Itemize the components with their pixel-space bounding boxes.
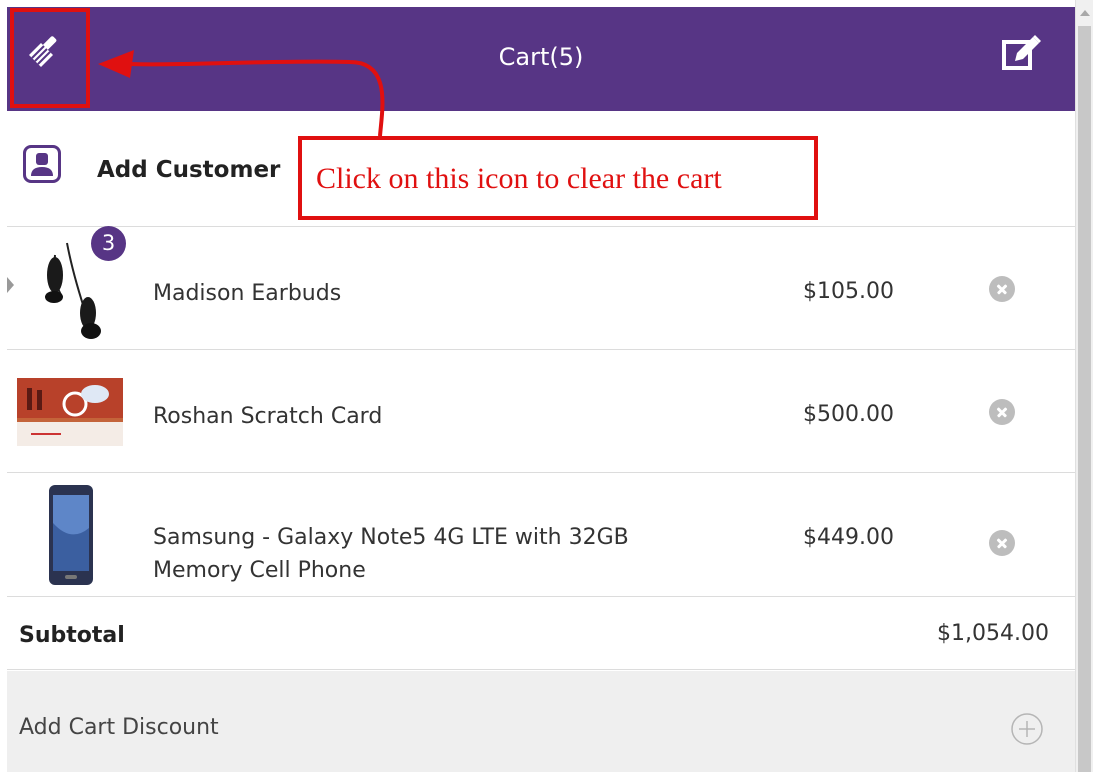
item-name-line1: Samsung - Galaxy Note5 4G LTE with 32GB [153,525,629,550]
plus-circle-icon[interactable] [1010,712,1044,746]
user-icon [23,145,61,183]
annotation-highlight-box [10,8,90,108]
subtotal-label: Subtotal [19,623,125,648]
cart-panel: Cart(5) Add Customer Madison Earbuds $10… [7,7,1075,772]
cart-item[interactable]: Samsung - Galaxy Note5 4G LTE with 32GB … [7,473,1075,597]
add-customer-label: Add Customer [97,157,281,183]
item-name: Samsung - Galaxy Note5 4G LTE with 32GB … [153,521,629,587]
remove-item-button[interactable] [989,399,1015,425]
item-name: Madison Earbuds [153,281,342,306]
scrollbar-thumb[interactable] [1078,26,1091,772]
subtotal-value: $1,054.00 [937,621,1049,646]
scratch-card-image [17,378,123,446]
expand-arrow-icon[interactable] [7,277,14,293]
annotation-callout: Click on this icon to clear the cart [298,136,818,220]
item-price: $449.00 [803,525,894,550]
phone-image [47,483,97,587]
cart-title: Cart(5) [498,43,584,71]
edit-note-icon [1002,35,1041,70]
edit-cart-button[interactable] [997,31,1043,77]
scroll-up-arrow-icon[interactable] [1080,10,1090,16]
cart-header: Cart(5) [7,7,1075,111]
item-price: $105.00 [803,279,894,304]
item-price: $500.00 [803,402,894,427]
vertical-scrollbar[interactable] [1075,0,1093,772]
subtotal-row: Subtotal $1,054.00 [7,597,1075,670]
item-name-line2: Memory Cell Phone [153,558,366,583]
add-cart-discount-label: Add Cart Discount [19,715,219,740]
annotation-text: Click on this icon to clear the cart [316,162,722,195]
item-name: Roshan Scratch Card [153,404,383,429]
quantity-badge: 3 [91,226,126,261]
cart-item[interactable]: Roshan Scratch Card $500.00 [7,350,1075,473]
remove-item-button[interactable] [989,530,1015,556]
cart-item[interactable]: Madison Earbuds $105.00 [7,227,1075,350]
add-cart-discount-row[interactable]: Add Cart Discount [7,671,1075,772]
remove-item-button[interactable] [989,276,1015,302]
